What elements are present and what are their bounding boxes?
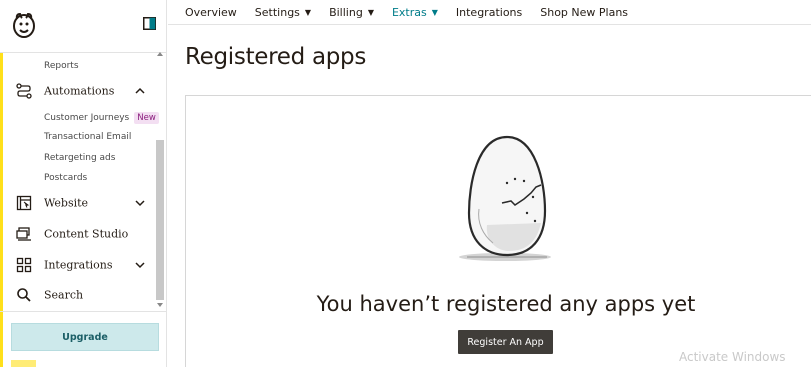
chevron-up-icon[interactable] <box>135 87 145 95</box>
sidebar-subitem-transactional-email[interactable]: Transactional Email <box>44 132 131 142</box>
sidebar-item-search[interactable]: Search <box>0 282 155 308</box>
tab-label: Billing <box>329 5 363 19</box>
page-title: Registered apps <box>185 44 367 70</box>
sidebar-item-label: Integrations <box>44 258 113 272</box>
sidebar-item-label: Content Studio <box>44 227 129 241</box>
chevron-down-icon: ▼ <box>304 7 312 17</box>
integrations-grid-icon <box>16 257 32 273</box>
tab-label: Shop New Plans <box>540 5 629 19</box>
chevron-down-icon: ▼ <box>367 7 374 17</box>
tab-overview[interactable]: Overview <box>185 6 237 19</box>
sidebar-item-website[interactable]: Website <box>0 190 155 216</box>
sidebar-item-reports[interactable]: Reports <box>44 61 79 71</box>
tab-label: Integrations <box>455 5 523 19</box>
content-studio-icon <box>16 227 31 241</box>
new-badge: New <box>134 112 159 124</box>
sidebar-subitem-postcards[interactable]: Postcards <box>44 173 87 183</box>
empty-state-text: You haven’t registered any apps yet <box>316 292 696 316</box>
website-icon <box>16 195 32 211</box>
chevron-down-icon: ▼ <box>431 7 438 17</box>
tab-label: Settings <box>254 5 300 19</box>
sidebar-item-label: Search <box>44 288 84 302</box>
egg-illustration-icon <box>459 135 551 261</box>
account-top-nav: Overview Settings ▼ Billing ▼ Extras ▼ Inte… <box>185 0 646 24</box>
upgrade-button[interactable]: Upgrade <box>11 323 159 351</box>
automations-icon <box>16 83 32 99</box>
activate-windows-watermark: Activate Windows <box>679 350 786 364</box>
sidebar-bottom-peek <box>11 360 36 367</box>
sidebar-subitem-label: Customer Journeys <box>44 113 130 123</box>
sidebar-item-label: Website <box>44 196 89 210</box>
tab-label: Overview <box>185 5 237 19</box>
tab-label: Extras <box>391 5 427 19</box>
tab-billing[interactable]: Billing ▼ <box>329 6 374 19</box>
scroll-up-arrow-icon[interactable] <box>157 52 163 56</box>
tab-settings[interactable]: Settings ▼ <box>255 6 311 19</box>
sidebar-item-integrations[interactable]: Integrations <box>0 252 155 278</box>
empty-state-title: You haven’t registered any apps yet <box>185 292 811 316</box>
tab-extras[interactable]: Extras ▼ <box>392 6 438 19</box>
sidebar: Reports Automations Customer Journeys New… <box>0 0 167 367</box>
scroll-down-arrow-icon[interactable] <box>157 303 163 307</box>
sidebar-collapse-icon[interactable] <box>143 17 156 30</box>
tab-integrations[interactable]: Integrations <box>456 6 522 19</box>
mailchimp-logo-icon[interactable] <box>11 11 37 39</box>
sidebar-scrollbar[interactable] <box>156 140 164 300</box>
register-app-button[interactable]: Register An App <box>458 330 553 354</box>
tab-shop-new-plans[interactable]: Shop New Plans <box>540 6 628 19</box>
sidebar-subitem-customer-journeys[interactable]: Customer Journeys New <box>44 112 159 124</box>
sidebar-item-label: Automations <box>44 84 115 98</box>
sidebar-divider <box>0 311 167 312</box>
chevron-down-icon[interactable] <box>135 199 145 207</box>
sidebar-subitem-retargeting-ads[interactable]: Retargeting ads <box>44 153 115 163</box>
sidebar-divider <box>0 52 167 53</box>
search-icon <box>17 288 31 302</box>
chevron-down-icon[interactable] <box>135 261 145 269</box>
sidebar-item-automations[interactable]: Automations <box>0 78 155 104</box>
sidebar-item-content-studio[interactable]: Content Studio <box>0 221 155 247</box>
top-nav-divider <box>168 24 811 25</box>
